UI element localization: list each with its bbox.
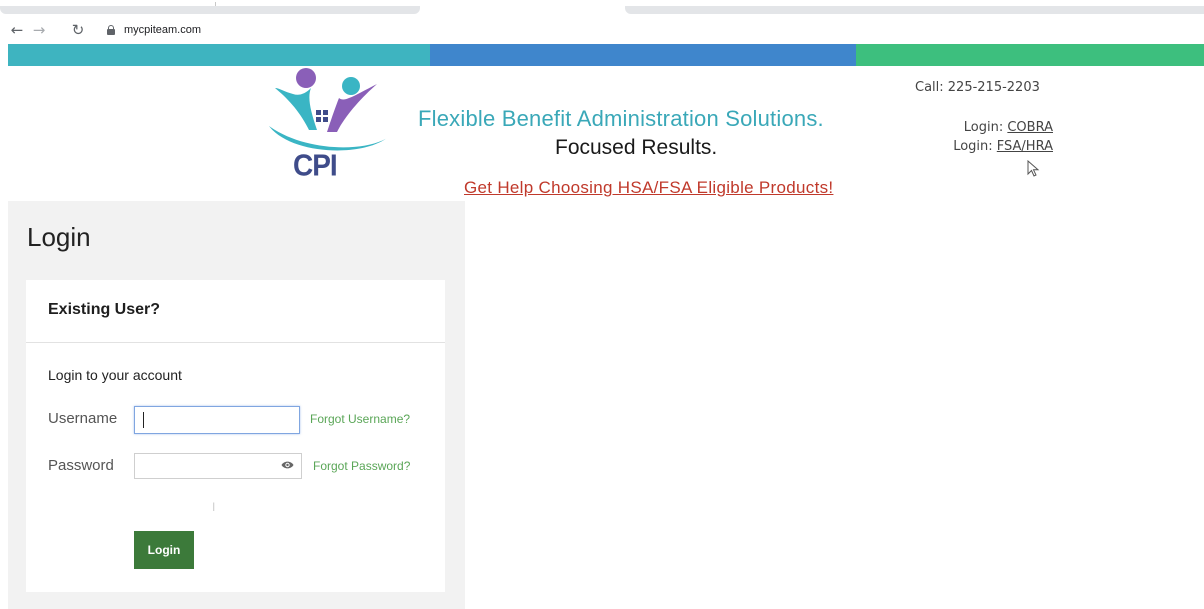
login-fsa-line: Login: FSA/HRA bbox=[853, 139, 1053, 154]
login-fsa-hra-link[interactable]: FSA/HRA bbox=[997, 139, 1053, 154]
header-band-blue bbox=[430, 44, 856, 66]
username-label: Username bbox=[48, 410, 118, 427]
tab-strip bbox=[0, 0, 1204, 16]
subtagline: Focused Results. bbox=[555, 136, 718, 159]
login-subtitle: Login to your account bbox=[48, 367, 182, 383]
login-cobra-prefix: Login: bbox=[963, 120, 1008, 135]
forgot-username-link[interactable]: Forgot Username? bbox=[310, 412, 410, 426]
existing-user-heading: Existing User? bbox=[48, 301, 161, 318]
text-caret bbox=[143, 412, 144, 428]
page-title: Login bbox=[27, 222, 91, 252]
username-input[interactable] bbox=[134, 406, 300, 434]
browser-tab[interactable] bbox=[0, 6, 420, 14]
forgot-password-link[interactable]: Forgot Password? bbox=[313, 459, 410, 473]
mouse-pointer-icon bbox=[1027, 160, 1040, 177]
reload-icon[interactable]: ↻ bbox=[69, 20, 87, 40]
forward-arrow-icon[interactable]: → bbox=[30, 20, 48, 40]
browser-tab[interactable] bbox=[625, 6, 1204, 14]
login-cobra-link[interactable]: COBRA bbox=[1007, 120, 1053, 135]
phone-number: Call: 225-215-2203 bbox=[915, 80, 1040, 95]
login-button[interactable]: Login bbox=[134, 531, 194, 569]
password-label: Password bbox=[48, 457, 114, 474]
login-fsa-prefix: Login: bbox=[953, 139, 997, 154]
help-choosing-products-link[interactable]: Get Help Choosing HSA/FSA Eligible Produ… bbox=[464, 178, 833, 198]
login-cobra-line: Login: COBRA bbox=[853, 120, 1053, 135]
password-input[interactable] bbox=[134, 453, 302, 479]
tab-divider bbox=[215, 2, 216, 6]
lock-icon[interactable] bbox=[107, 25, 115, 35]
url-text[interactable]: mycpiteam.com bbox=[124, 23, 201, 37]
header-band-green bbox=[856, 44, 1204, 66]
ibeam-cursor-icon: I bbox=[212, 500, 216, 514]
logo-text: CPI bbox=[293, 148, 338, 183]
tagline: Flexible Benefit Administration Solution… bbox=[418, 106, 824, 131]
address-bar: ← → ↻ mycpiteam.com bbox=[0, 16, 1204, 44]
show-password-eye-icon[interactable] bbox=[281, 460, 294, 470]
back-arrow-icon[interactable]: ← bbox=[8, 20, 26, 40]
header-band-teal bbox=[8, 44, 430, 66]
